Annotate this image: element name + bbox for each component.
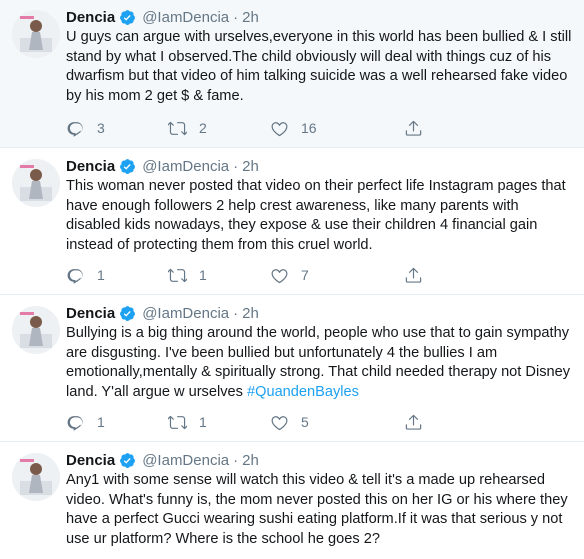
retweet-button[interactable]: 1	[168, 265, 207, 285]
tweet-header: Dencia @IamDencia · 2h	[66, 155, 259, 177]
like-button[interactable]: 16	[270, 118, 317, 138]
timestamp[interactable]: 2h	[242, 305, 259, 322]
tweet-text: U guys can argue with urselves,everyone …	[66, 28, 572, 106]
like-button[interactable]: 7	[270, 265, 309, 285]
reply-count: 1	[97, 414, 105, 430]
retweet-icon	[168, 268, 187, 282]
verified-badge-icon	[119, 305, 136, 322]
avatar-image	[12, 159, 60, 207]
tweet-header: Dencia @IamDencia · 2h	[66, 6, 259, 28]
separator-dot: ·	[233, 157, 239, 175]
verified-badge-icon	[119, 452, 136, 469]
like-count: 7	[301, 267, 309, 283]
reply-button[interactable]: 3	[66, 118, 105, 138]
share-button[interactable]	[404, 412, 423, 432]
timestamp[interactable]: 2h	[242, 158, 259, 175]
tweet-actions: 3 2 16	[66, 118, 506, 138]
share-button[interactable]	[404, 118, 423, 138]
display-name[interactable]: Dencia	[66, 9, 115, 26]
tweet-feed: Dencia @IamDencia · 2h U guys can argue …	[0, 0, 584, 559]
retweet-button[interactable]: 1	[168, 412, 207, 432]
tweet-body: U guys can argue with urselves,everyone …	[66, 29, 576, 104]
avatar[interactable]	[12, 159, 60, 207]
tweet-text: This woman never posted that video on th…	[66, 177, 572, 255]
tweet[interactable]: Dencia @IamDencia · 2h Any1 with some se…	[0, 443, 584, 559]
tweet-actions: 1 1 5	[66, 412, 506, 432]
retweet-button[interactable]: 2	[168, 118, 207, 138]
handle[interactable]: @IamDencia	[142, 158, 229, 175]
handle[interactable]: @IamDencia	[142, 452, 229, 469]
like-icon	[271, 415, 288, 430]
verified-badge-icon	[119, 9, 136, 26]
separator-dot: ·	[233, 451, 239, 469]
hashtag-link[interactable]: #QuandenBayles	[247, 384, 359, 400]
tweet[interactable]: Dencia @IamDencia · 2h U guys can argue …	[0, 0, 584, 148]
handle[interactable]: @IamDencia	[142, 305, 229, 322]
reply-icon	[67, 121, 83, 137]
retweet-count: 2	[199, 120, 207, 136]
retweet-icon	[168, 415, 187, 429]
display-name[interactable]: Dencia	[66, 158, 115, 175]
like-count: 16	[301, 120, 317, 136]
like-button[interactable]: 5	[270, 412, 309, 432]
tweet[interactable]: Dencia @IamDencia · 2h This woman never …	[0, 149, 584, 295]
share-icon	[405, 414, 422, 430]
like-count: 5	[301, 414, 309, 430]
avatar[interactable]	[12, 453, 60, 501]
avatar[interactable]	[12, 10, 60, 58]
tweet-header: Dencia @IamDencia · 2h	[66, 449, 259, 471]
timestamp[interactable]: 2h	[242, 9, 259, 26]
verified-badge-icon	[119, 158, 136, 175]
tweet-actions: 1 1 7	[66, 265, 506, 285]
separator-dot: ·	[233, 304, 239, 322]
timestamp[interactable]: 2h	[242, 452, 259, 469]
avatar[interactable]	[12, 306, 60, 354]
retweet-count: 1	[199, 267, 207, 283]
reply-button[interactable]: 1	[66, 265, 105, 285]
share-icon	[405, 120, 422, 136]
tweet-text: Bullying is a big thing around the world…	[66, 324, 572, 402]
tweet-body: This woman never posted that video on th…	[66, 178, 570, 253]
reply-count: 1	[97, 267, 105, 283]
retweet-icon	[168, 121, 187, 135]
display-name[interactable]: Dencia	[66, 452, 115, 469]
retweet-count: 1	[199, 414, 207, 430]
tweet[interactable]: Dencia @IamDencia · 2h Bullying is a big…	[0, 296, 584, 442]
reply-icon	[67, 268, 83, 284]
avatar-image	[12, 10, 60, 58]
avatar-image	[12, 306, 60, 354]
tweet-text: Any1 with some sense will watch this vid…	[66, 471, 572, 549]
separator-dot: ·	[233, 8, 239, 26]
display-name[interactable]: Dencia	[66, 305, 115, 322]
tweet-body: Any1 with some sense will watch this vid…	[66, 472, 572, 547]
handle[interactable]: @IamDencia	[142, 9, 229, 26]
share-button[interactable]	[404, 265, 423, 285]
reply-icon	[67, 415, 83, 431]
share-icon	[405, 267, 422, 283]
avatar-image	[12, 453, 60, 501]
tweet-header: Dencia @IamDencia · 2h	[66, 302, 259, 324]
reply-button[interactable]: 1	[66, 412, 105, 432]
like-icon	[271, 268, 288, 283]
like-icon	[271, 121, 288, 136]
reply-count: 3	[97, 120, 105, 136]
